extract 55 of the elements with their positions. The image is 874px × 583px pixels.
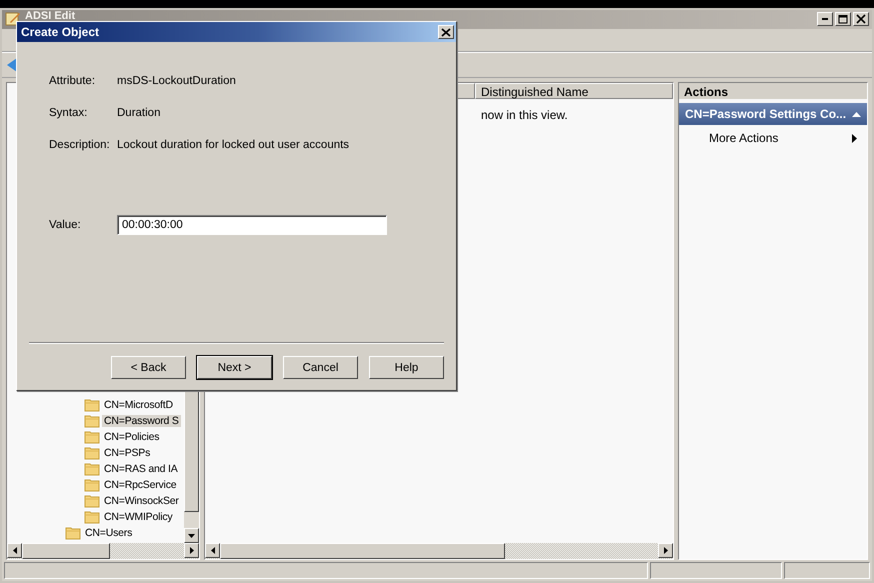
actions-header: Actions <box>679 83 867 99</box>
right-arrow-icon <box>664 547 668 554</box>
field-value: msDS-LockoutDuration <box>117 75 236 89</box>
tree-item[interactable]: CN=RAS and IA <box>102 463 180 475</box>
collapse-icon <box>852 112 861 116</box>
value-field[interactable]: 00:00:30:00 <box>117 215 387 235</box>
folder-icon <box>84 446 100 460</box>
dialog-button[interactable]: < Back <box>111 356 186 379</box>
folder-icon <box>84 462 100 476</box>
folder-icon <box>84 494 100 508</box>
submenu-arrow-icon <box>852 134 857 142</box>
tree-item[interactable]: CN=Policies <box>102 431 162 443</box>
close-button[interactable] <box>853 12 869 26</box>
horizontal-scrollbar[interactable] <box>205 543 673 559</box>
minimize-icon <box>822 18 828 20</box>
close-icon <box>855 14 867 24</box>
maximize-button[interactable] <box>835 12 851 26</box>
folder-icon <box>84 510 100 524</box>
folder-icon <box>84 478 100 492</box>
field-label: Attribute: <box>49 75 96 89</box>
field-label: Description: <box>49 139 111 153</box>
dialog-button[interactable]: Cancel <box>283 356 358 379</box>
field-value: Duration <box>117 107 160 121</box>
folder-icon <box>84 430 100 444</box>
tree-item[interactable]: CN=PSPs <box>102 447 152 459</box>
folder-icon <box>65 526 81 540</box>
app-icon <box>5 10 21 26</box>
left-arrow-icon <box>12 547 16 554</box>
right-arrow-icon <box>190 547 194 554</box>
tree-item[interactable]: CN=Password S <box>102 415 181 427</box>
close-icon <box>441 28 451 36</box>
maximize-icon <box>837 14 849 24</box>
empty-message: now in this view. <box>481 108 568 122</box>
dialog-title: Create Object <box>21 25 100 39</box>
dialog-button[interactable]: Next > <box>197 356 272 379</box>
tree-item[interactable]: CN=MicrosoftD <box>102 399 175 411</box>
window-title: ADSI Edit <box>25 10 76 22</box>
dialog-button[interactable]: Help <box>369 356 444 379</box>
folder-icon <box>84 398 100 412</box>
action-item[interactable]: More Actions <box>709 131 778 145</box>
minimize-button[interactable] <box>817 12 833 26</box>
down-arrow-icon <box>188 534 195 538</box>
tree-item[interactable]: CN=WinsockSer <box>102 495 181 507</box>
column-header[interactable]: Distinguished Name <box>475 83 673 99</box>
tree-item[interactable]: CN=WMIPolicy <box>102 511 174 523</box>
field-label: Value: <box>49 219 82 231</box>
left-arrow-icon <box>210 547 214 554</box>
tree-item[interactable]: CN=Users <box>83 527 134 539</box>
field-value: Lockout duration for locked out user accounts <box>117 139 350 153</box>
horizontal-scrollbar[interactable] <box>7 543 199 559</box>
tree-item[interactable]: CN=RpcService <box>102 479 178 491</box>
actions-section-header[interactable]: CN=Password Settings Co... <box>679 103 867 125</box>
folder-icon <box>84 414 100 428</box>
field-label: Syntax: <box>49 107 88 121</box>
close-button[interactable] <box>438 25 454 39</box>
